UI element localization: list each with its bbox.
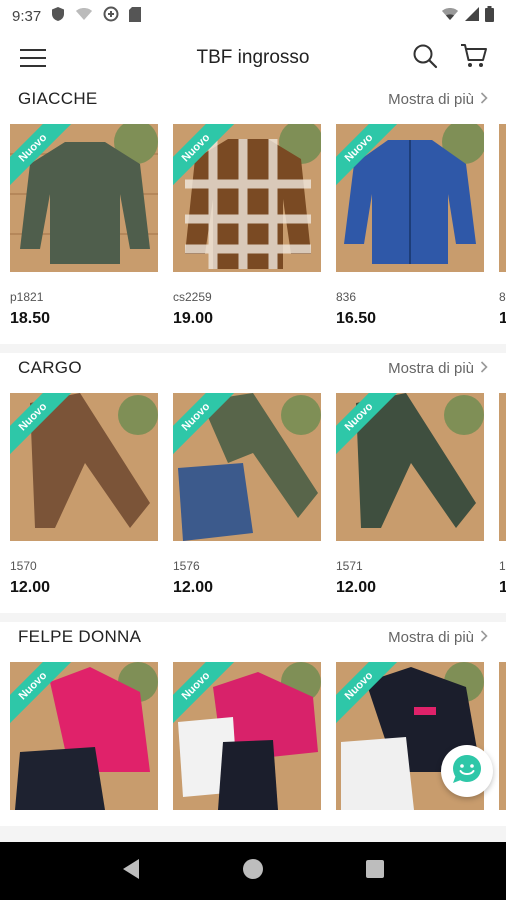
product-card[interactable]: Nuovo <box>10 662 158 810</box>
product-image[interactable]: Nuovo <box>10 393 158 541</box>
product-card[interactable]: Nuovo 1570 12.00 <box>10 393 158 597</box>
product-code: 83 <box>499 290 506 304</box>
chat-icon <box>450 752 484 791</box>
product-price: 16.50 <box>336 310 377 327</box>
show-more-label: Mostra di più <box>388 90 474 108</box>
product-code: p1821 <box>10 290 44 304</box>
product-image[interactable]: Nuovo <box>173 124 321 272</box>
product-image[interactable] <box>499 393 506 541</box>
product-price: 12.00 <box>10 579 51 596</box>
category-section: FELPE DONNA Mostra di più Nuovo Nuovo Nu… <box>0 622 506 826</box>
search-icon[interactable] <box>412 43 438 74</box>
section-title: GIACCHE <box>18 89 98 108</box>
section-header: FELPE DONNA Mostra di più <box>0 622 506 652</box>
product-card[interactable]: 1 1 <box>499 393 506 597</box>
system-nav-bar <box>0 842 506 900</box>
wifi-icon <box>441 7 459 25</box>
signal-icon <box>465 7 479 25</box>
product-carousel[interactable]: Nuovo p1821 18.50 Nuovo cs2259 19.00 Nuo… <box>0 124 506 328</box>
product-carousel[interactable]: Nuovo 1570 12.00 Nuovo 1576 12.00 Nuovo … <box>0 393 506 597</box>
product-price: 12.00 <box>336 579 377 596</box>
chevron-right-icon <box>480 91 488 108</box>
product-card[interactable]: Nuovo 1576 12.00 <box>173 393 321 597</box>
product-image[interactable]: Nuovo <box>336 393 484 541</box>
shield-icon <box>51 6 65 26</box>
product-price: 12.00 <box>173 579 214 596</box>
back-icon[interactable] <box>121 858 141 885</box>
show-more-link[interactable]: Mostra di più <box>388 360 488 377</box>
product-code: 1 <box>499 559 506 573</box>
product-image[interactable]: Nuovo <box>10 662 158 810</box>
section-header: GIACCHE Mostra di più <box>0 84 506 114</box>
show-more-label: Mostra di più <box>388 628 474 646</box>
home-icon[interactable] <box>242 858 264 885</box>
product-price: 18.50 <box>10 310 51 327</box>
category-section: CARGO Mostra di più Nuovo 1570 12.00 Nuo… <box>0 353 506 613</box>
chevron-right-icon <box>480 629 488 646</box>
product-image[interactable]: Nuovo <box>173 393 321 541</box>
show-more-link[interactable]: Mostra di più <box>388 91 488 108</box>
chat-button[interactable] <box>441 745 493 797</box>
product-card[interactable]: Nuovo cs2259 19.00 <box>173 124 321 328</box>
sync-icon <box>103 6 119 26</box>
section-title: FELPE DONNA <box>18 627 142 646</box>
product-card[interactable]: Nuovo <box>173 662 321 810</box>
recents-icon[interactable] <box>365 859 385 884</box>
hamburger-icon[interactable] <box>0 32 66 84</box>
product-code: cs2259 <box>173 290 212 304</box>
app-bar: TBF ingrosso <box>0 32 506 84</box>
status-bar: 9:37 <box>0 0 506 32</box>
product-card[interactable]: Nuovo 836 16.50 <box>336 124 484 328</box>
section-title: CARGO <box>18 358 82 377</box>
product-image[interactable]: Nuovo <box>173 662 321 810</box>
product-image[interactable]: Nuovo <box>10 124 158 272</box>
category-section: GIACCHE Mostra di più Nuovo p1821 18.50 … <box>0 84 506 344</box>
status-time: 9:37 <box>12 7 42 25</box>
product-image[interactable]: Nuovo <box>336 124 484 272</box>
show-more-link[interactable]: Mostra di più <box>388 629 488 646</box>
product-card[interactable]: 83 1 <box>499 124 506 328</box>
section-header: CARGO Mostra di più <box>0 353 506 383</box>
show-more-label: Mostra di più <box>388 359 474 377</box>
product-code: 1570 <box>10 559 37 573</box>
product-image[interactable] <box>499 662 506 810</box>
product-card[interactable]: Nuovo 1571 12.00 <box>336 393 484 597</box>
sd-card-icon <box>129 6 142 26</box>
home-feed[interactable]: GIACCHE Mostra di più Nuovo p1821 18.50 … <box>0 84 506 842</box>
product-card[interactable]: Nuovo p1821 18.50 <box>10 124 158 328</box>
battery-icon <box>485 6 494 26</box>
chevron-right-icon <box>480 360 488 377</box>
product-image[interactable] <box>499 124 506 272</box>
cart-icon[interactable] <box>460 43 488 74</box>
product-code: 1576 <box>173 559 200 573</box>
product-price: 19.00 <box>173 310 214 327</box>
product-code: 1571 <box>336 559 363 573</box>
product-carousel[interactable]: Nuovo Nuovo Nuovo <box>0 662 506 810</box>
product-price: 1 <box>499 579 506 596</box>
product-price: 1 <box>499 310 506 327</box>
product-card[interactable] <box>499 662 506 810</box>
wifi-off-icon <box>75 7 93 25</box>
product-code: 836 <box>336 290 357 304</box>
